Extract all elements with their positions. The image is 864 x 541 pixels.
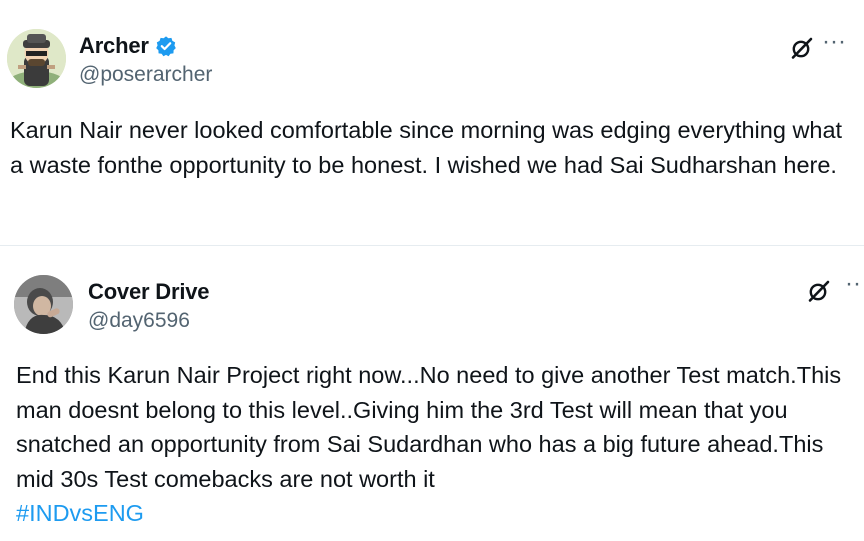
more-options-icon[interactable]: ··· bbox=[822, 30, 846, 54]
tweet-cover-drive[interactable]: Cover Drive @day6596 ·· End this Karun N… bbox=[0, 245, 864, 541]
hashtag-link[interactable]: #INDvsENG bbox=[16, 496, 861, 531]
author-handle[interactable]: @poserarcher bbox=[79, 63, 212, 87]
grok-icon[interactable] bbox=[807, 279, 831, 303]
avatar-image bbox=[7, 29, 66, 88]
author-name[interactable]: Cover Drive bbox=[88, 279, 210, 305]
author-name-row[interactable]: Cover Drive bbox=[88, 279, 210, 305]
grok-icon[interactable] bbox=[790, 36, 814, 60]
tweet-text: End this Karun Nair Project right now...… bbox=[16, 362, 842, 492]
author-name[interactable]: Archer bbox=[79, 33, 149, 59]
author-handle[interactable]: @day6596 bbox=[88, 309, 190, 333]
author-name-row[interactable]: Archer bbox=[79, 33, 177, 59]
verified-badge-icon bbox=[155, 36, 176, 57]
avatar[interactable] bbox=[7, 29, 66, 88]
tweet-text: Karun Nair never looked comfortable sinc… bbox=[10, 117, 843, 178]
tweet-text-block: End this Karun Nair Project right now...… bbox=[16, 358, 861, 531]
avatar-image bbox=[14, 275, 73, 334]
tweet-archer[interactable]: Archer @poserarcher ··· Karun Nair never… bbox=[0, 0, 864, 245]
more-options-icon[interactable]: ·· bbox=[845, 272, 861, 296]
avatar[interactable] bbox=[14, 275, 73, 334]
